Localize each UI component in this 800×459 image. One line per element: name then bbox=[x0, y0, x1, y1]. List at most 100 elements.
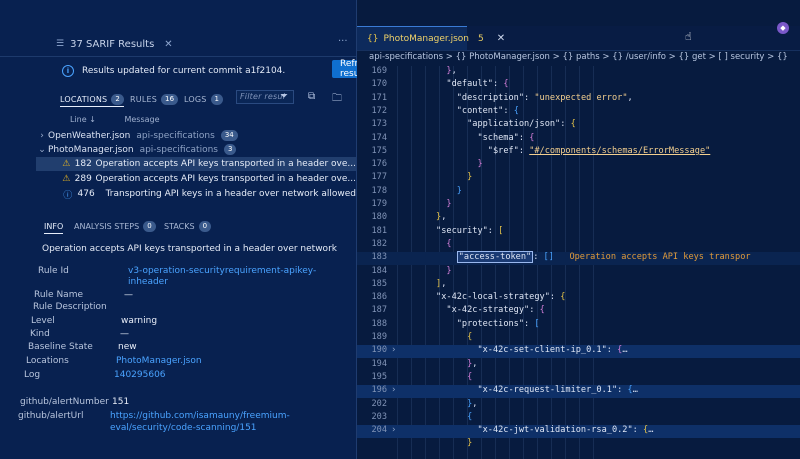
code-line[interactable]: 178 } bbox=[357, 186, 800, 199]
code-line[interactable]: 183 "access-token": [] Operation accepts… bbox=[357, 251, 800, 266]
line-number: 190 bbox=[371, 345, 387, 356]
extension-icon[interactable]: ◆ bbox=[777, 22, 789, 34]
line-number: 204 bbox=[371, 425, 387, 436]
alert-url-link[interactable]: https://github.com/isamauny/freemium- bbox=[110, 411, 290, 421]
line-number: 203 bbox=[371, 411, 387, 422]
code-line[interactable]: 179 } bbox=[357, 199, 800, 212]
results-section-tabs: LOCATIONS 2 RULES 16 LOGS 1 Filter resul… bbox=[58, 90, 356, 108]
line-code: "x-42c-strategy": { bbox=[446, 305, 545, 316]
tab-photomanager-json[interactable]: {} PhotoManager.json 5 ✕ bbox=[357, 26, 505, 50]
code-line[interactable]: 172 "content": { bbox=[357, 106, 800, 119]
result-line: 289 bbox=[74, 174, 92, 184]
file-node-openweather[interactable]: › OpenWeather.json api-specifications 34 bbox=[36, 129, 356, 142]
list-icon: ☰ bbox=[56, 39, 65, 49]
code-line[interactable]: 203 { bbox=[357, 412, 800, 425]
prop-locations: Locations PhotoManager.json bbox=[0, 356, 356, 368]
code-line[interactable]: 186 "x-42c-local-strategy": { bbox=[357, 292, 800, 305]
warning-icon: ⚠ bbox=[62, 159, 71, 169]
code-line[interactable]: 176 } bbox=[357, 159, 800, 172]
result-message: Operation accepts API keys transported i… bbox=[95, 174, 356, 184]
rule-id-link-cont[interactable]: inheader bbox=[128, 277, 168, 287]
collapse-all-icon[interactable]: ⧉ bbox=[308, 91, 315, 102]
result-row[interactable]: ⓘ 476 Transporting API keys in a header … bbox=[36, 187, 356, 201]
prop-key: Kind bbox=[30, 329, 50, 339]
tab-locations[interactable]: LOCATIONS 2 bbox=[60, 92, 124, 107]
more-actions-icon[interactable]: ··· bbox=[338, 36, 348, 47]
line-number: 184 bbox=[371, 265, 387, 276]
code-line[interactable]: 190 › "x-42c-set-client-ip_0.1": {… bbox=[357, 345, 800, 359]
tab-sarif-results[interactable]: ☰ 37 SARIF Results ✕ bbox=[56, 32, 173, 56]
location-link[interactable]: PhotoManager.json bbox=[116, 356, 202, 366]
prop-key: github/alertUrl bbox=[18, 411, 84, 421]
close-icon[interactable]: ✕ bbox=[497, 33, 505, 44]
tab-analysis-steps[interactable]: ANALYSIS STEPS 0 bbox=[74, 219, 156, 233]
code-line[interactable]: 181 "security": [ bbox=[357, 226, 800, 239]
column-message[interactable]: Message bbox=[124, 115, 159, 124]
vscode-window: ☰ 37 SARIF Results ✕ ··· i Results updat… bbox=[0, 0, 800, 459]
line-number: 183 bbox=[371, 252, 387, 263]
filter-icon[interactable]: ⏷ bbox=[280, 91, 288, 102]
code-line[interactable]: 174 "schema": { bbox=[357, 133, 800, 146]
line-code: { bbox=[467, 332, 473, 342]
problems-count: 5 bbox=[478, 33, 484, 44]
code-line[interactable]: 187 "x-42c-strategy": { bbox=[357, 305, 800, 318]
fold-chevron-icon[interactable]: › bbox=[391, 345, 396, 355]
code-line[interactable]: 195 { bbox=[357, 372, 800, 385]
column-line[interactable]: Line ↓ bbox=[70, 115, 96, 124]
log-link[interactable]: 140295606 bbox=[114, 370, 166, 380]
tab-stacks[interactable]: STACKS 0 bbox=[164, 219, 212, 233]
prop-log: Log 140295606 bbox=[0, 370, 356, 382]
open-folder-icon[interactable]: 🗀 bbox=[332, 91, 342, 108]
tab-info[interactable]: INFO bbox=[44, 219, 64, 234]
prop-value: new bbox=[118, 342, 137, 352]
info-icon: ⓘ bbox=[63, 190, 73, 201]
file-folder: api-specifications bbox=[136, 130, 215, 141]
close-icon[interactable]: ✕ bbox=[164, 39, 172, 50]
line-number: 173 bbox=[371, 119, 387, 130]
stacks-count-badge: 0 bbox=[198, 220, 212, 232]
code-line[interactable]: 194 }, bbox=[357, 359, 800, 372]
line-number: 169 bbox=[371, 66, 387, 76]
code-line[interactable]: 185 ], bbox=[357, 279, 800, 292]
code-line[interactable]: 184 } bbox=[357, 266, 800, 279]
line-code: } bbox=[446, 199, 452, 209]
code-line[interactable]: 188 "protections": [ bbox=[357, 319, 800, 332]
tab-rules[interactable]: RULES 16 bbox=[130, 92, 179, 106]
fold-chevron-icon[interactable]: › bbox=[391, 425, 396, 435]
locations-count-badge: 2 bbox=[111, 93, 124, 105]
code-line[interactable]: 182 { bbox=[357, 239, 800, 252]
result-row[interactable]: ⚠ 182 Operation accepts API keys transpo… bbox=[36, 157, 356, 171]
line-code: { bbox=[446, 238, 452, 249]
prop-level: Level warning bbox=[0, 316, 356, 328]
code-line[interactable]: 196 › "x-42c-request-limiter_0.1": {… bbox=[357, 385, 800, 399]
line-code: { bbox=[467, 411, 473, 422]
tab-info-label: INFO bbox=[44, 221, 64, 231]
line-code: "application/json": { bbox=[467, 119, 576, 130]
code-line[interactable]: 170 "default": { bbox=[357, 79, 800, 92]
line-code: "protections": [ bbox=[456, 318, 540, 329]
line-code: } bbox=[456, 185, 462, 196]
line-number: 171 bbox=[371, 92, 387, 103]
code-line[interactable]: 169 }, bbox=[357, 66, 800, 79]
code-line[interactable]: 173 "application/json": { bbox=[357, 119, 800, 132]
code-line[interactable]: 202 }, bbox=[357, 399, 800, 412]
prop-key: Baseline State bbox=[28, 342, 93, 352]
line-code: "content": { bbox=[456, 105, 519, 116]
line-number: 172 bbox=[371, 105, 387, 116]
code-line[interactable]: 204 › "x-42c-jwt-validation-rsa_0.2": {… bbox=[357, 425, 800, 439]
breadcrumb[interactable]: api-specifications > {} PhotoManager.jso… bbox=[369, 52, 800, 64]
result-row[interactable]: ⚠ 289 Operation accepts API keys transpo… bbox=[36, 172, 356, 186]
code-line[interactable]: } bbox=[357, 438, 800, 451]
code-line[interactable]: 189 { bbox=[357, 332, 800, 345]
tab-locations-label: LOCATIONS bbox=[60, 94, 108, 104]
alert-url-link-cont[interactable]: eval/security/code-scanning/151 bbox=[110, 423, 257, 433]
file-node-photomanager[interactable]: ⌄ PhotoManager.json api-specifications 3 bbox=[36, 143, 356, 156]
rule-id-link[interactable]: v3-operation-securityrequirement-apikey- bbox=[128, 266, 316, 276]
tab-logs[interactable]: LOGS 1 bbox=[184, 92, 224, 106]
code-line[interactable]: 171 "description": "unexpected error", bbox=[357, 93, 800, 106]
code-line[interactable]: 175 "$ref": "#/components/schemas/ErrorM… bbox=[357, 146, 800, 159]
code-line[interactable]: 177 } bbox=[357, 172, 800, 185]
code-line[interactable]: 180 }, bbox=[357, 212, 800, 225]
fold-chevron-icon[interactable]: › bbox=[391, 385, 396, 395]
prop-key: Level bbox=[31, 316, 55, 326]
